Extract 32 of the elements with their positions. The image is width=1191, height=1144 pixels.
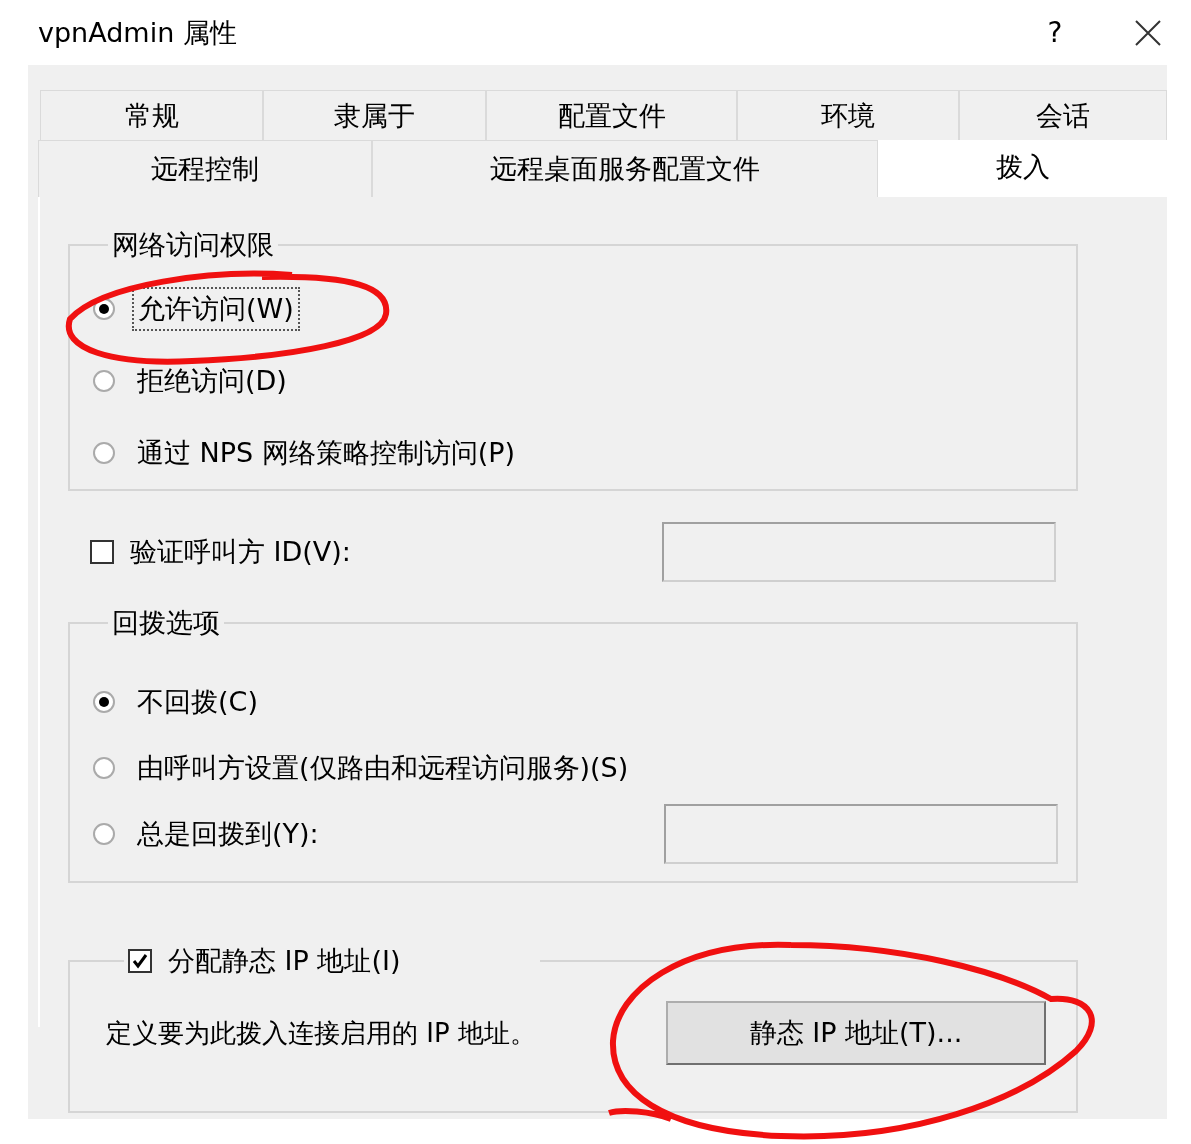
- window-title: vpnAdmin 属性: [38, 15, 238, 50]
- radio-label[interactable]: 拒绝访问(D): [132, 360, 292, 402]
- description-text: 定义要为此拨入连接启用的 IP 地址。: [106, 1016, 536, 1050]
- tab[interactable]: 拨入: [878, 140, 1167, 197]
- tab[interactable]: 远程控制: [38, 140, 372, 197]
- group-title: 回拨选项: [111, 606, 221, 640]
- radio-label[interactable]: 总是回拨到(Y):: [132, 813, 324, 855]
- checkbox-label[interactable]: 验证呼叫方 ID(V):: [130, 534, 351, 570]
- group-title: 网络访问权限: [111, 228, 275, 262]
- radio-button[interactable]: [92, 822, 116, 846]
- checkbox[interactable]: [90, 540, 114, 564]
- tab[interactable]: 配置文件: [486, 90, 737, 140]
- radio-button[interactable]: [92, 690, 116, 714]
- radio-button[interactable]: [92, 369, 116, 393]
- help-button[interactable]: ?: [1035, 15, 1075, 50]
- radio-label[interactable]: 不回拨(C): [132, 681, 263, 723]
- radio-button[interactable]: [92, 441, 116, 465]
- tab[interactable]: 环境: [737, 90, 959, 140]
- tab[interactable]: 常规: [40, 90, 263, 140]
- tab[interactable]: 会话: [959, 90, 1167, 140]
- tab[interactable]: 远程桌面服务配置文件: [372, 140, 878, 197]
- radio-label[interactable]: 通过 NPS 网络策略控制访问(P): [132, 432, 521, 474]
- tab[interactable]: 隶属于: [263, 90, 486, 140]
- close-icon[interactable]: [1135, 19, 1161, 46]
- static-ip-button[interactable]: 静态 IP 地址(T)...: [666, 1001, 1046, 1065]
- radio-label[interactable]: 由呼叫方设置(仅路由和远程访问服务)(S): [132, 747, 634, 789]
- input-field[interactable]: [664, 804, 1058, 864]
- radio-button[interactable]: [92, 756, 116, 780]
- radio-label[interactable]: 允许访问(W): [132, 287, 300, 331]
- input-field[interactable]: [662, 522, 1056, 582]
- checkbox-label[interactable]: 分配静态 IP 地址(I): [168, 943, 401, 979]
- checkbox[interactable]: [128, 949, 152, 973]
